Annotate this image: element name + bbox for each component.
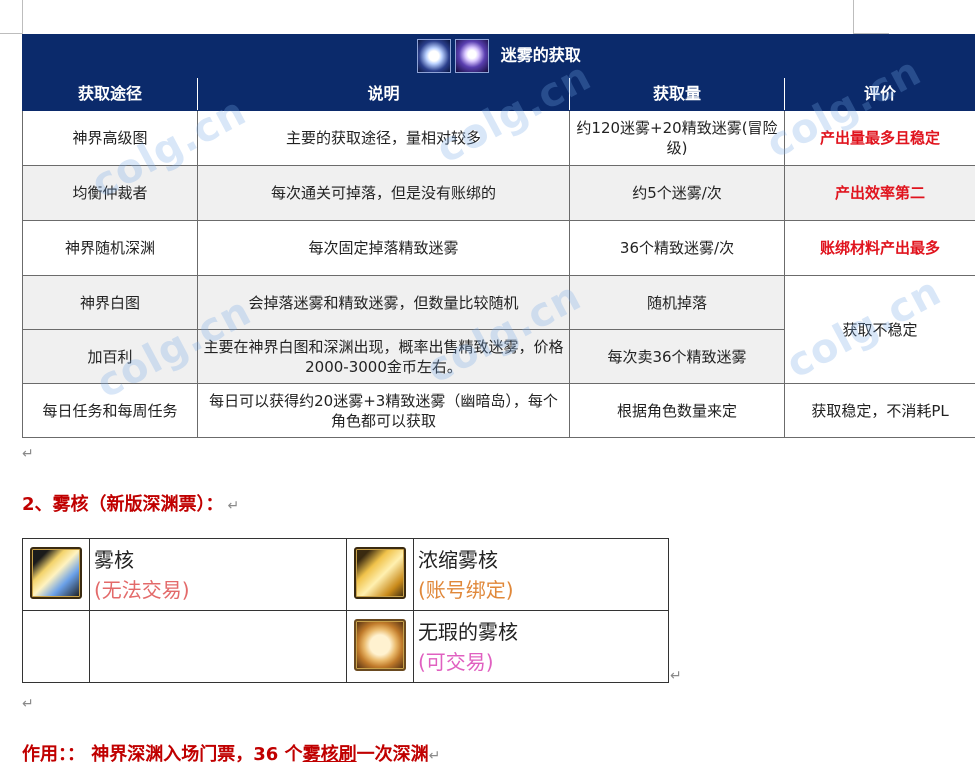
table-title: 迷雾的获取 (500, 45, 581, 65)
usage-text-1: 神界深渊入场门票，36 个 (91, 744, 303, 765)
flawless-mist-core-icon (354, 618, 406, 671)
mist-core-icon (30, 546, 82, 599)
page-corner-top-left (22, 0, 23, 34)
condensed-mist-core-icon (354, 546, 406, 599)
rating-cell: 账绑材料产出最多 (783, 220, 975, 276)
table-row: 神界高级图 主要的获取途径，量相对较多 约120迷雾+20精致迷雾(冒险级) 产… (22, 110, 975, 166)
rating-cell: 获取稳定，不消耗PL (783, 383, 975, 438)
amount-cell: 约5个迷雾/次 (569, 165, 785, 221)
item-name: 雾核 (94, 547, 134, 572)
route-cell: 加百利 (22, 329, 198, 384)
mist-acquisition-table: 迷雾的获取 获取途径 说明 获取量 评价 神界高级图 主要的获取途径，量相对较多… (21, 34, 975, 438)
route-cell: 每日任务和每周任务 (22, 383, 198, 438)
item-icon-cell (22, 538, 90, 611)
paragraph-mark: ↵ (227, 498, 240, 514)
rating-cell: 产出效率第二 (783, 165, 975, 221)
amount-cell: 每次卖36个精致迷雾 (569, 329, 785, 384)
desc-cell: 主要在神界白图和深渊出现，概率出售精致迷雾，价格2000-3000金币左右。 (197, 329, 570, 384)
route-cell: 均衡仲裁者 (22, 165, 198, 221)
usage-prefix: 作用：： (22, 744, 85, 765)
page-corner-top-right (853, 0, 854, 34)
usage-line: 作用：： 神界深渊入场门票，36 个雾核刷一次深渊↵ (22, 740, 440, 766)
header-amount: 获取量 (569, 77, 785, 111)
desc-cell: 会掉落迷雾和精致迷雾，但数量比较随机 (197, 275, 570, 330)
paragraph-mark: ↵ (670, 668, 682, 684)
item-text-cell: 雾核 (无法交易) (89, 538, 347, 611)
amount-cell: 根据角色数量来定 (569, 383, 785, 438)
amount-cell: 约120迷雾+20精致迷雾(冒险级) (569, 110, 785, 166)
table-row: 雾核 (无法交易) 浓缩雾核 (账号绑定) (22, 538, 669, 611)
empty-cell (22, 610, 90, 683)
desc-cell: 每日可以获得约20迷雾+3精致迷雾（幽暗岛），每个角色都可以获取 (197, 383, 570, 438)
desc-cell: 每次通关可掉落，但是没有账绑的 (197, 165, 570, 221)
section-heading: 2、雾核（新版深渊票）： ↵ (22, 490, 239, 516)
paragraph-mark: ↵ (428, 748, 441, 764)
item-trade-status: (无法交易) (94, 577, 190, 602)
title-icons (417, 39, 490, 73)
item-trade-status: (可交易) (418, 649, 494, 674)
table-row: 无瑕的雾核 (可交易) (22, 610, 669, 683)
route-cell: 神界高级图 (22, 110, 198, 166)
mist-icon (417, 39, 452, 73)
amount-cell: 随机掉落 (569, 275, 785, 330)
item-text-cell: 浓缩雾核 (账号绑定) (413, 538, 669, 611)
header-desc: 说明 (197, 77, 570, 111)
table-title-cell: 迷雾的获取 (21, 34, 975, 78)
table-row: 神界随机深渊 每次固定掉落精致迷雾 36个精致迷雾/次 账绑材料产出最多 (22, 220, 975, 276)
usage-underlined: 雾核刷 (302, 744, 357, 765)
header-rating: 评价 (783, 77, 975, 111)
table-header-row: 获取途径 说明 获取量 评价 (22, 77, 975, 111)
paragraph-mark: ↵ (22, 446, 34, 462)
usage-text-2: 一次深渊 (356, 744, 429, 765)
item-trade-status: (账号绑定) (418, 577, 514, 602)
header-route: 获取途径 (22, 77, 198, 111)
refined-mist-icon (455, 39, 490, 73)
paragraph-mark: ↵ (22, 696, 34, 712)
table-row: 每日任务和每周任务 每日可以获得约20迷雾+3精致迷雾（幽暗岛），每个角色都可以… (22, 383, 975, 438)
section-heading-text: 2、雾核（新版深渊票）： (22, 494, 224, 515)
route-cell: 神界白图 (22, 275, 198, 330)
route-cell: 神界随机深渊 (22, 220, 198, 276)
rating-cell: 产出量最多且稳定 (783, 110, 975, 166)
table-row: 神界白图 会掉落迷雾和精致迷雾，但数量比较随机 随机掉落 获取不稳定 (22, 275, 975, 384)
mist-core-item-table: 雾核 (无法交易) 浓缩雾核 (账号绑定) 无瑕的雾核 (可交易) (22, 538, 669, 683)
empty-cell (89, 610, 347, 683)
desc-cell: 主要的获取途径，量相对较多 (197, 110, 570, 166)
table-title-row: 迷雾的获取 (21, 34, 975, 78)
table-row: 均衡仲裁者 每次通关可掉落，但是没有账绑的 约5个迷雾/次 产出效率第二 (22, 165, 975, 221)
amount-cell: 36个精致迷雾/次 (569, 220, 785, 276)
item-text-cell: 无瑕的雾核 (可交易) (413, 610, 669, 683)
desc-cell: 每次固定掉落精致迷雾 (197, 220, 570, 276)
item-name: 浓缩雾核 (418, 547, 498, 572)
page-corner-top-left-h (0, 33, 22, 34)
item-icon-cell (346, 538, 414, 611)
item-name: 无瑕的雾核 (418, 619, 518, 644)
rating-cell: 获取不稳定 (783, 275, 975, 384)
item-icon-cell (346, 610, 414, 683)
